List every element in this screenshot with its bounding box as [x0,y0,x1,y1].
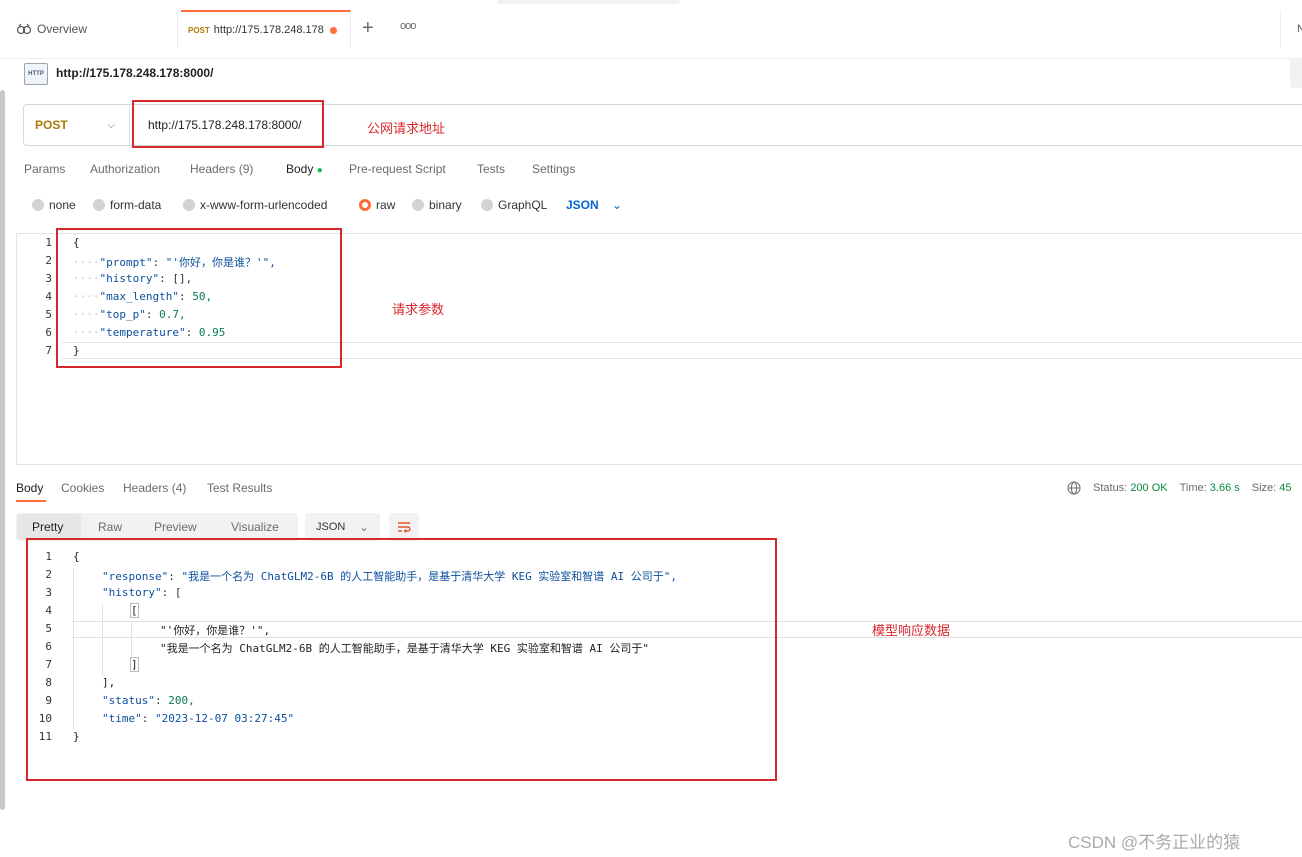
wrap-lines-button[interactable] [389,513,419,541]
unsaved-dot-icon [329,26,337,34]
tab-more-icon[interactable]: ooo [400,20,416,32]
radio-selected-icon [359,199,371,211]
tab-body[interactable]: Body ● [286,162,323,176]
body-format-select[interactable]: JSON ⌄ [566,198,622,212]
size-value[interactable]: 45 [1279,482,1291,494]
mode-urlencoded[interactable]: x-www-form-urlencoded [183,198,327,212]
view-preview[interactable]: Preview [154,520,197,534]
http-request-icon: HTTP [24,63,48,85]
radio-icon [412,199,424,211]
http-icon-label: HTTP [28,71,44,77]
time-value[interactable]: 3.66 s [1210,482,1240,494]
annotation-box-response [26,538,777,781]
annotation-box-url [132,100,324,148]
tab-active-request[interactable]: POST http://175.178.248.178 [181,10,351,48]
status-value[interactable]: 200 OK [1130,482,1167,494]
watermark: CSDN @不务正业的猿 [1068,833,1241,852]
line-number: 7 [45,344,52,357]
mode-graphql[interactable]: GraphQL [481,198,547,212]
radio-icon [183,199,195,211]
tab-url-label: http://175.178.248.178 [213,24,324,36]
method-value: POST [35,118,68,132]
wrap-lines-icon [398,522,411,533]
annotation-box-params [56,228,342,368]
method-select[interactable]: POST ⌵ [24,105,130,145]
response-tab-body[interactable]: Body [16,481,43,495]
body-format-label: JSON [566,198,599,212]
body-active-dot-icon: ● [316,165,323,176]
radio-icon [93,199,105,211]
line-number: 2 [45,254,52,267]
tab-headers-label: Headers (9) [190,162,254,176]
line-number: 1 [45,236,52,249]
tab-settings[interactable]: Settings [532,162,575,176]
view-visualize[interactable]: Visualize [231,520,279,534]
response-tab-headers[interactable]: Headers (4) [123,481,186,495]
response-format-select[interactable]: JSON ⌄ [305,513,380,541]
radio-icon [32,199,44,211]
tab-overview-label: Overview [37,22,88,36]
mode-label: x-www-form-urlencoded [200,198,328,212]
view-raw[interactable]: Raw [98,520,122,534]
globe-icon[interactable] [1067,481,1081,495]
tab-params[interactable]: Params [24,162,65,176]
environment-label: N [1297,23,1302,35]
environment-selector[interactable]: N [1280,10,1302,48]
chevron-down-icon: ⌄ [612,198,623,212]
tab-overview[interactable]: Overview [0,10,178,48]
save-button[interactable] [1290,58,1302,88]
tab-pre-request-script[interactable]: Pre-request Script [349,162,446,176]
left-scrollbar[interactable] [0,90,5,810]
window-drag-strip[interactable] [497,0,680,4]
response-format-label: JSON [316,521,346,533]
mode-label: form-data [110,198,162,212]
request-title[interactable]: http://175.178.248.178:8000/ [56,66,213,80]
line-number: 4 [45,290,52,303]
tab-headers[interactable]: Headers (9) [190,162,253,176]
annotation-response-note: 模型响应数据 [872,624,951,639]
mode-binary[interactable]: binary [412,198,462,212]
mode-none[interactable]: none [32,198,76,212]
line-number: 5 [45,308,52,321]
line-number: 6 [45,326,52,339]
status-label: Status: [1093,482,1128,494]
chevron-down-icon: ⌵ [107,119,115,131]
line-number: 3 [45,272,52,285]
mode-label: none [49,198,76,212]
tab-tests[interactable]: Tests [477,162,505,176]
tab-authorization[interactable]: Authorization [90,162,160,176]
chevron-down-icon: ⌄ [359,521,369,534]
new-tab-plus-icon[interactable]: + [362,18,374,38]
mode-label: GraphQL [498,198,548,212]
tab-body-label: Body [286,162,314,176]
response-tab-underline [16,500,46,502]
tab-method-badge: POST [188,25,210,35]
radio-icon [481,199,493,211]
mode-label: binary [429,198,462,212]
response-status-bar: Status: 200 OK Time: 3.66 s Size: 45 [1067,481,1292,495]
response-tab-test-results[interactable]: Test Results [207,481,272,495]
annotation-params-note: 请求参数 [392,303,445,318]
annotation-url-note: 公网请求地址 [367,122,446,137]
time-label: Time: [1179,482,1207,494]
size-label: Size: [1251,482,1277,494]
mode-form-data[interactable]: form-data [93,198,161,212]
response-tab-cookies[interactable]: Cookies [61,481,104,495]
view-pretty[interactable]: Pretty [32,520,63,534]
mode-label: raw [376,198,396,212]
mode-raw[interactable]: raw [359,198,395,212]
overview-icon [16,23,32,35]
